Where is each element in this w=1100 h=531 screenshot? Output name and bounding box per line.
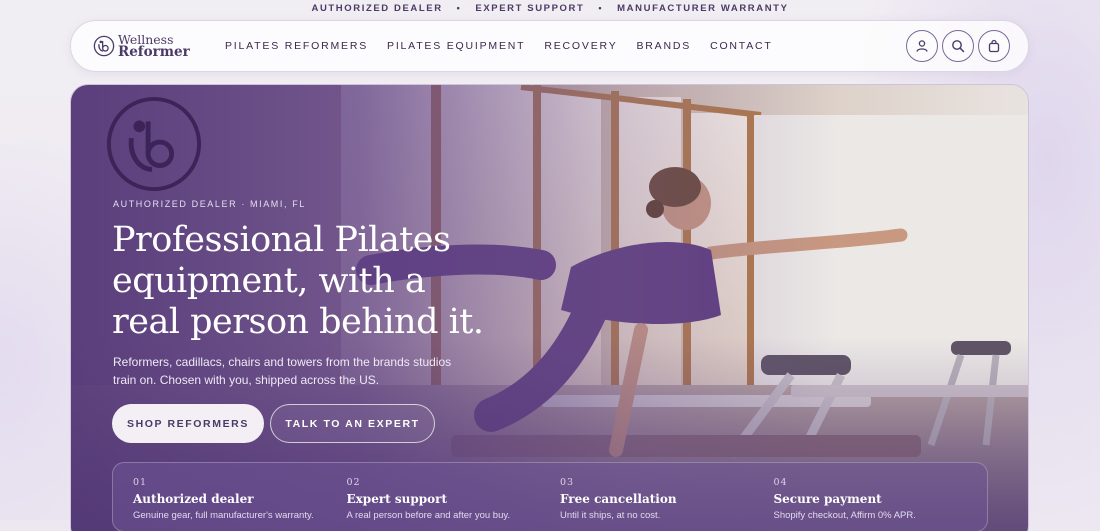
shop-reformers-button[interactable]: SHOP REFORMERS [112,404,264,443]
nav-pilates-equipment[interactable]: PILATES EQUIPMENT [387,40,525,52]
hero-headline: Professional Pilates equipment, with a r… [112,220,532,343]
nav-pilates-reformers[interactable]: PILATES REFORMERS [225,40,368,52]
separator-dot: • [598,3,604,13]
feature-number: 02 [346,477,361,488]
brand-mark-icon [106,96,202,192]
announcement-item: AUTHORIZED DEALER [311,2,443,14]
announcement-item: EXPERT SUPPORT [475,2,585,14]
feature-number: 03 [560,477,575,488]
account-icon [916,40,928,52]
hero-eyebrow: AUTHORIZED DEALER · MIAMI, FL [113,199,306,209]
headline-line: real person behind it. [112,302,484,342]
search-button[interactable] [942,30,974,62]
feature-description: Shopify checkout, Affirm 0% APR. [773,510,916,521]
logo-text-line2: Reformer [118,44,190,60]
feature-item: 03 Free cancellation Until it ships, at … [560,477,774,531]
feature-title: Expert support [346,492,448,506]
feature-title: Free cancellation [560,492,677,506]
search-icon [952,40,965,53]
announcement-item: MANUFACTURER WARRANTY [617,2,789,14]
site-header: Wellness Reformer PILATES REFORMERS PILA… [70,20,1029,72]
feature-strip: 01 Authorized dealer Genuine gear, full … [112,462,988,531]
separator-dot: • [456,3,462,13]
cart-icon [988,39,1000,53]
feature-item: 02 Expert support A real person before a… [347,477,561,531]
account-button[interactable] [906,30,938,62]
feature-item: 04 Secure payment Shopify checkout, Affi… [774,477,988,531]
header-actions [906,30,1010,62]
logo-mark-icon [93,35,115,57]
cart-button[interactable] [978,30,1010,62]
feature-title: Secure payment [773,492,882,506]
headline-line: Professional Pilates [112,220,451,260]
feature-description: A real person before and after you buy. [346,510,511,521]
hero-section: AUTHORIZED DEALER · MIAMI, FL Profession… [70,84,1029,531]
talk-to-expert-button[interactable]: TALK TO AN EXPERT [270,404,435,443]
headline-line: equipment, with a [112,261,426,301]
feature-title: Authorized dealer [133,492,254,506]
feature-number: 04 [773,477,788,488]
feature-number: 01 [133,477,148,488]
feature-description: Genuine gear, full manufacturer's warran… [133,510,314,521]
feature-item: 01 Authorized dealer Genuine gear, full … [133,477,347,531]
nav-brands[interactable]: BRANDS [637,40,692,52]
hero-subtext: Reformers, cadillacs, chairs and towers … [113,355,452,387]
feature-description: Until it ships, at no cost. [560,510,661,521]
main-nav: PILATES REFORMERS PILATES EQUIPMENT RECO… [225,40,773,52]
nav-recovery[interactable]: RECOVERY [544,40,617,52]
nav-contact[interactable]: CONTACT [710,40,773,52]
logo[interactable]: Wellness Reformer [93,33,213,60]
announcement-bar: AUTHORIZED DEALER • EXPERT SUPPORT • MAN… [0,0,1100,16]
